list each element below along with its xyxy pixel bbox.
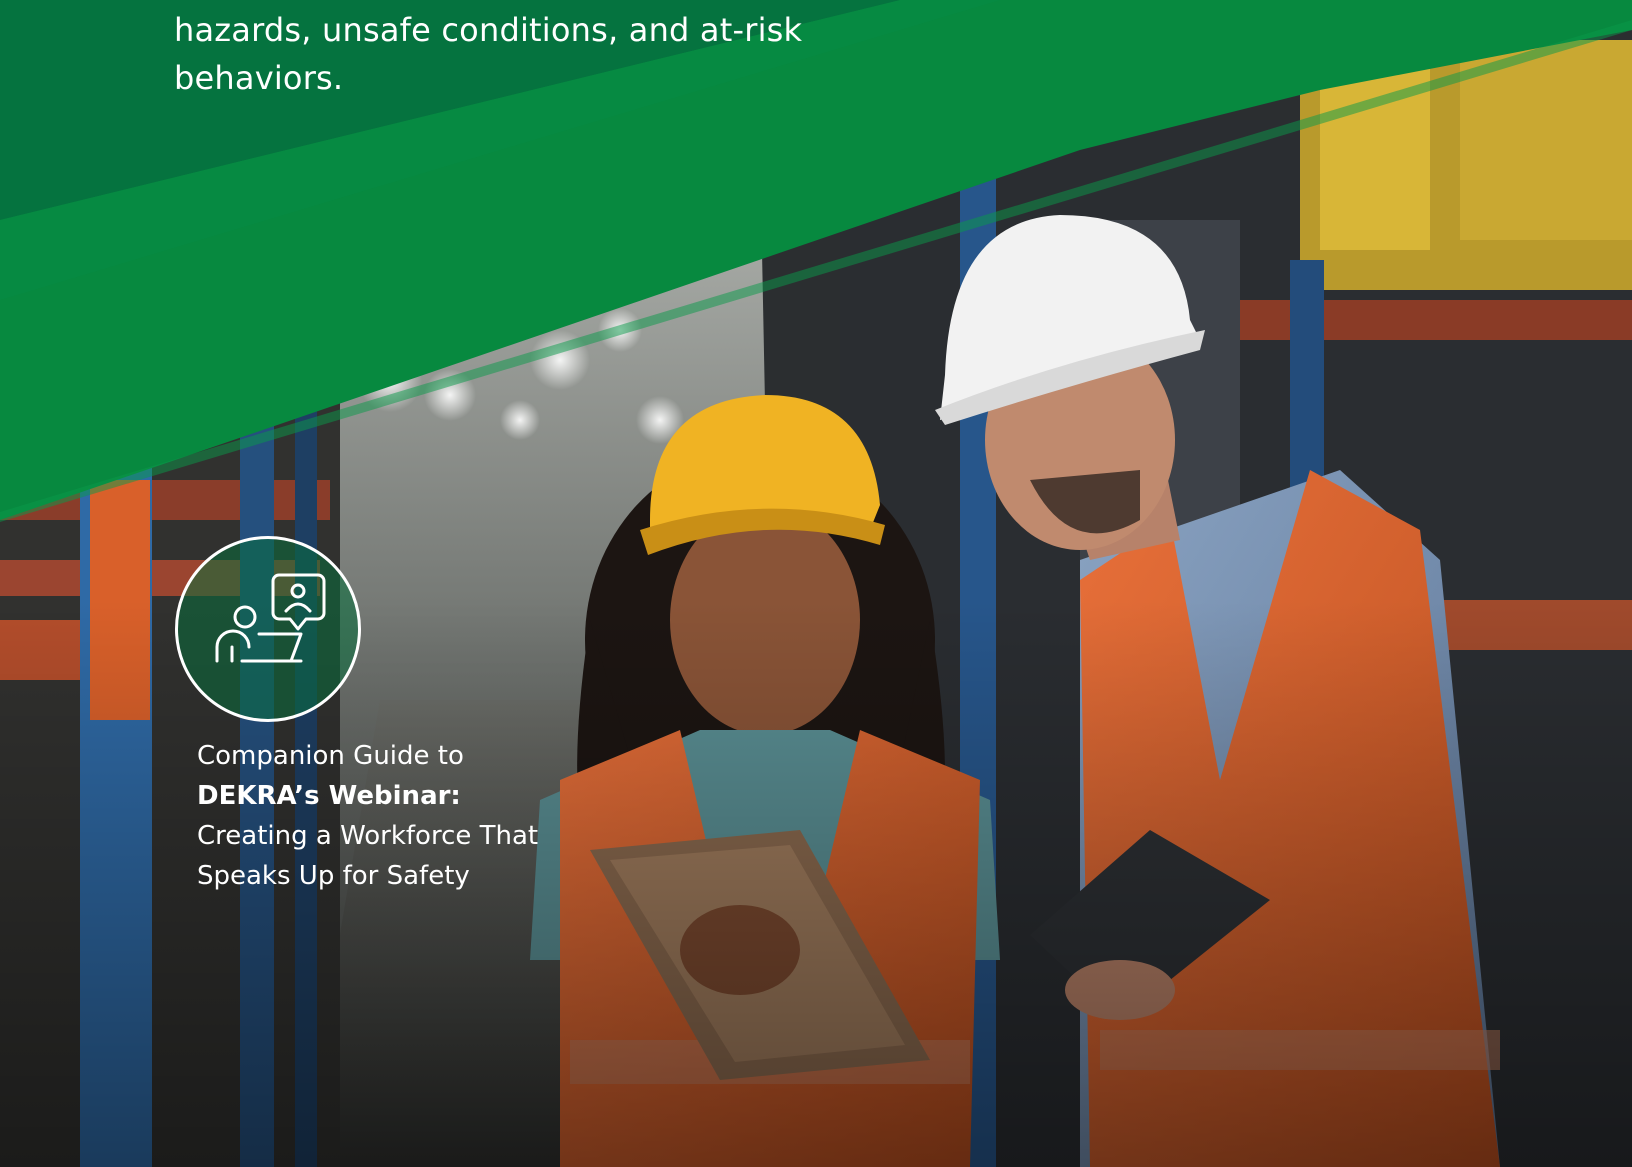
intro-line-2: behaviors. [174,59,344,97]
companion-line-3: Creating a Workforce That [197,821,539,851]
companion-guide-text: Companion Guide to DEKRA’s Webinar: Crea… [197,736,617,896]
companion-line-4: Speaks Up for Safety [197,861,470,891]
intro-text: hazards, unsafe conditions, and at-risk … [174,6,814,102]
intro-line-1: hazards, unsafe conditions, and at-risk [174,11,803,49]
companion-line-2: DEKRA’s Webinar: [197,781,461,811]
webinar-badge [175,536,361,722]
page: hazards, unsafe conditions, and at-risk … [0,0,1632,1167]
companion-line-1: Companion Guide to [197,741,464,771]
person-with-laptop-and-speech-bubble-icon [215,573,326,663]
